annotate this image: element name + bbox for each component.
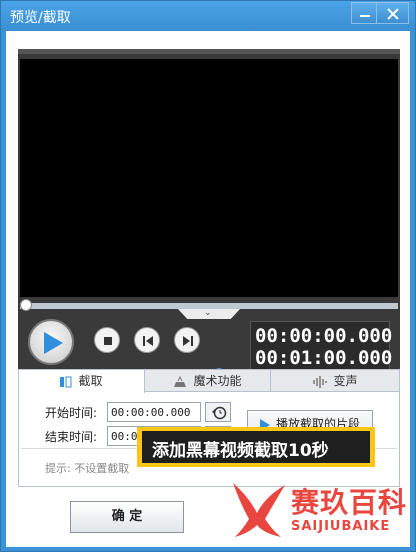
player-top-edge xyxy=(18,49,400,54)
rewind-clock-icon xyxy=(212,406,227,420)
tab-voice[interactable]: 变声 xyxy=(272,370,399,392)
close-button[interactable] xyxy=(377,2,409,24)
tab-clip[interactable]: 截取 xyxy=(19,370,145,393)
video-screen[interactable] xyxy=(20,59,398,297)
stop-icon xyxy=(104,337,112,345)
chevron-down-icon: ⌄ xyxy=(204,308,212,318)
tab-magic-label: 魔术功能 xyxy=(193,374,242,388)
total-time: 00:01:00.000 xyxy=(255,347,393,369)
tab-voice-label: 变声 xyxy=(333,374,358,388)
minimize-icon xyxy=(360,15,370,17)
play-button[interactable] xyxy=(28,319,74,365)
caption-overlay: 添加黑幕视频截取10秒 xyxy=(137,427,375,467)
start-time-label: 开始时间: xyxy=(45,406,98,420)
minimize-button[interactable] xyxy=(351,2,377,24)
dialog-body: ⌄ 00:00:00.000 00:01:00.000 截取 魔术功能 变声 开… xyxy=(6,31,410,547)
tab-magic[interactable]: 魔术功能 xyxy=(145,370,271,392)
ok-button[interactable]: 确 定 xyxy=(70,501,184,533)
stop-button[interactable] xyxy=(94,327,120,353)
next-icon xyxy=(183,336,193,346)
fish-tail-logo-icon xyxy=(233,483,285,537)
previous-icon xyxy=(143,336,153,346)
close-icon xyxy=(387,8,399,20)
hint-text: 提示: 不设置截取 xyxy=(45,462,130,475)
seek-handle[interactable] xyxy=(20,299,32,311)
start-time-reset-button[interactable] xyxy=(205,402,231,422)
voice-wave-icon xyxy=(313,375,328,388)
caption-text: 添加黑幕视频截取10秒 xyxy=(142,431,370,463)
preview-clip-window: 预览/截取 ⌄ 00:00:00.000 00:01:00.000 截取 魔术功… xyxy=(0,0,416,552)
magic-icon xyxy=(174,375,187,387)
previous-frame-button[interactable] xyxy=(134,327,160,353)
play-icon xyxy=(44,332,63,354)
current-time: 00:00:00.000 xyxy=(255,325,393,347)
time-display: 00:00:00.000 00:01:00.000 xyxy=(250,321,393,371)
tab-strip: 截取 魔术功能 变声 xyxy=(19,370,399,393)
window-title: 预览/截取 xyxy=(10,10,71,26)
next-frame-button[interactable] xyxy=(174,327,200,353)
tab-clip-label: 截取 xyxy=(78,374,103,388)
clip-icon xyxy=(60,376,72,387)
end-time-label: 结束时间: xyxy=(45,430,98,444)
start-time-input[interactable]: 00:00:00.000 xyxy=(107,402,201,422)
title-bar: 预览/截取 xyxy=(1,1,415,31)
watermark-logo: 赛玖百科 SAIJIUBAIKE xyxy=(229,479,411,541)
watermark-cn-text: 赛玖百科 xyxy=(291,486,408,519)
watermark-en-text: SAIJIUBAIKE xyxy=(291,519,391,534)
video-player: ⌄ 00:00:00.000 00:01:00.000 xyxy=(18,49,400,383)
